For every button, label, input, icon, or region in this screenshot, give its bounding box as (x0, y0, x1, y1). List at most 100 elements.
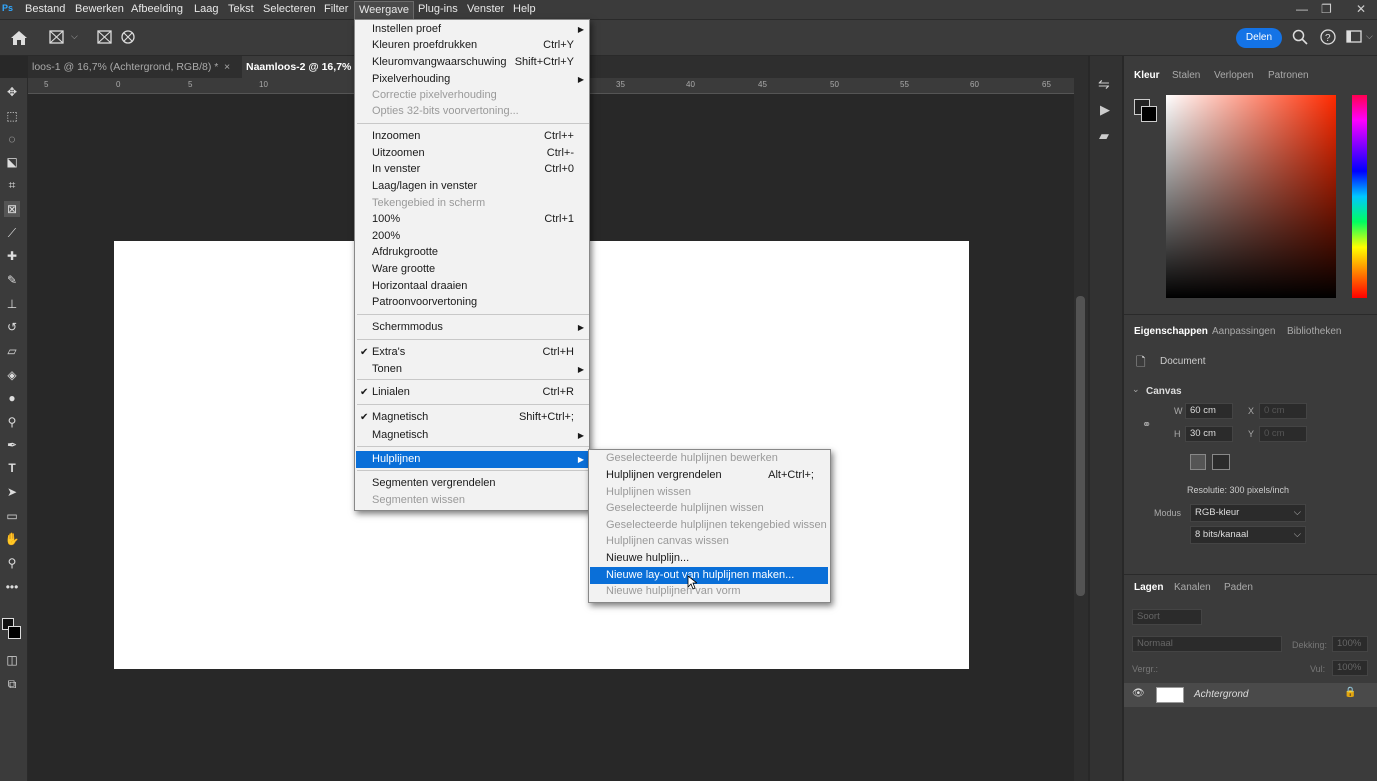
menu-plugins[interactable]: Plug-ins (418, 3, 458, 15)
menu-weergave[interactable]: Weergave (354, 1, 414, 19)
background-swatch[interactable] (1141, 106, 1157, 122)
tab-kanalen[interactable]: Kanalen (1174, 582, 1211, 593)
width-field[interactable]: 60 cm (1185, 403, 1233, 419)
tab-verlopen[interactable]: Verlopen (1214, 70, 1253, 81)
frame-tool-icon[interactable] (48, 29, 66, 45)
weergave-menu-item[interactable]: Uitzoomen Ctrl+- (356, 145, 588, 162)
tab-close-icon[interactable]: × (224, 56, 230, 78)
x-field[interactable]: 0 cm (1259, 403, 1307, 419)
chevron-down-icon[interactable]: ⌵ (1366, 31, 1373, 42)
zoom-tool-icon[interactable]: ⚲ (4, 555, 20, 571)
weergave-menu-item[interactable]: Magnetisch ▶ (356, 427, 588, 444)
tab-patronen[interactable]: Patronen (1268, 70, 1309, 81)
menu-laag[interactable]: Laag (194, 3, 218, 15)
blend-mode-select[interactable]: Normaal (1132, 636, 1282, 652)
eyedropper-tool-icon[interactable]: ⟋ (4, 225, 20, 241)
hulplijnen-menu-item[interactable]: Hulplijnen vergrendelen Alt+Ctrl+; (590, 467, 828, 484)
comments-icon[interactable]: ▰ (1099, 128, 1109, 144)
weergave-menu-item[interactable]: Patroonvoorvertoning (356, 294, 588, 311)
weergave-menu-item[interactable]: 200% (356, 228, 588, 245)
menu-afbeelding[interactable]: Afbeelding (131, 3, 183, 15)
background-color-swatch[interactable] (8, 626, 21, 639)
eraser-tool-icon[interactable]: ▱ (4, 343, 20, 359)
weergave-menu-item[interactable]: Kleuren proefdrukken Ctrl+Y (356, 37, 588, 54)
layer-filter-input[interactable]: Soort (1132, 609, 1202, 625)
path-selection-tool-icon[interactable]: ➤ (4, 484, 20, 500)
quick-mask-icon[interactable]: ◫ (4, 652, 20, 668)
weergave-menu-item[interactable]: Tonen ▶ (356, 361, 588, 378)
hulplijnen-menu-item[interactable]: Nieuwe hulplijnen van vorm (590, 583, 828, 600)
opacity-field[interactable]: 100% (1332, 636, 1368, 652)
rectangle-tool-icon[interactable]: ▭ (4, 508, 20, 524)
mode-select[interactable]: RGB-kleur ⌵ (1190, 504, 1306, 522)
blur-tool-icon[interactable]: ● (4, 390, 20, 406)
tab-stalen[interactable]: Stalen (1172, 70, 1200, 81)
restore-icon[interactable]: ❐ (1321, 2, 1332, 16)
weergave-menu-item[interactable]: Horizontaal draaien (356, 278, 588, 295)
dodge-tool-icon[interactable]: ⚲ (4, 414, 20, 430)
pen-tool-icon[interactable]: ✒ (4, 437, 20, 453)
object-selection-tool-icon[interactable]: ⬕ (4, 154, 20, 170)
menu-bestand[interactable]: Bestand (25, 3, 65, 15)
ellipse-frame-icon[interactable] (120, 29, 136, 45)
hulplijnen-menu-item[interactable]: Hulplijnen canvas wissen (590, 533, 828, 550)
marquee-tool-icon[interactable]: ⬚ (4, 108, 20, 124)
history-panel-icon[interactable]: ⇋ (1098, 76, 1110, 93)
menu-venster[interactable]: Venster (467, 3, 504, 15)
hue-slider[interactable] (1352, 95, 1367, 298)
hulplijnen-menu-item[interactable]: Geselecteerde hulplijnen bewerken (590, 450, 828, 467)
type-tool-icon[interactable]: T (4, 460, 20, 476)
search-icon[interactable] (1292, 29, 1308, 45)
weergave-menu-item[interactable]: Hulplijnen ▶ (356, 451, 588, 468)
chevron-down-icon[interactable]: ⌄ (1132, 384, 1140, 395)
visibility-eye-icon[interactable]: 👁 (1132, 688, 1145, 699)
depth-select[interactable]: 8 bits/kanaal ⌵ (1190, 526, 1306, 544)
rectangle-frame-icon[interactable] (96, 29, 114, 45)
frame-tool-icon[interactable]: ⊠ (4, 201, 20, 217)
stamp-tool-icon[interactable]: ⊥ (4, 296, 20, 312)
weergave-menu-item[interactable]: Segmenten vergrendelen (356, 475, 588, 492)
weergave-menu-item[interactable]: Schermmodus ▶ (356, 319, 588, 336)
move-tool-icon[interactable]: ✥ (4, 84, 20, 100)
weergave-menu-item[interactable]: In venster Ctrl+0 (356, 161, 588, 178)
weergave-menu-item[interactable]: ✔ Magnetisch Shift+Ctrl+; (356, 409, 588, 426)
tab-eigenschappen[interactable]: Eigenschappen (1134, 326, 1208, 337)
hulplijnen-menu-item[interactable]: Geselecteerde hulplijnen tekengebied wis… (590, 517, 828, 534)
lasso-tool-icon[interactable]: ◌ (4, 131, 20, 147)
weergave-menu-item[interactable]: Instellen proef ▶ (356, 21, 588, 38)
chevron-down-icon[interactable]: ⌵ (71, 31, 78, 42)
layer-row-achtergrond[interactable]: 👁 Achtergrond 🔒 (1124, 683, 1377, 707)
menu-filter[interactable]: Filter (324, 3, 348, 15)
portrait-orientation-icon[interactable] (1190, 454, 1206, 470)
hand-tool-icon[interactable]: ✋ (4, 531, 20, 547)
landscape-orientation-icon[interactable] (1212, 454, 1230, 470)
tab-aanpassingen[interactable]: Aanpassingen (1212, 326, 1275, 337)
height-field[interactable]: 30 cm (1185, 426, 1233, 442)
hulplijnen-menu-item[interactable]: Nieuwe hulplijn... (590, 550, 828, 567)
weergave-menu-item[interactable]: 100% Ctrl+1 (356, 211, 588, 228)
weergave-menu-item[interactable]: Segmenten wissen (356, 492, 588, 509)
minimize-icon[interactable]: — (1296, 2, 1308, 16)
weergave-menu-item[interactable]: Correctie pixelverhouding (356, 87, 588, 104)
share-button[interactable]: Delen (1236, 28, 1282, 48)
help-icon[interactable]: ? (1320, 29, 1336, 45)
menu-selecteren[interactable]: Selecteren (263, 3, 316, 15)
screen-mode-icon[interactable]: ⧉ (4, 676, 20, 692)
tab-bibliotheken[interactable]: Bibliotheken (1287, 326, 1341, 337)
healing-brush-tool-icon[interactable]: ✚ (4, 248, 20, 264)
crop-tool-icon[interactable]: ⌗ (4, 177, 20, 193)
weergave-menu-item[interactable]: Pixelverhouding ▶ (356, 71, 588, 88)
home-icon[interactable] (10, 30, 28, 46)
tab-kleur[interactable]: Kleur (1134, 70, 1160, 81)
menu-bewerken[interactable]: Bewerken (75, 3, 124, 15)
menu-tekst[interactable]: Tekst (228, 3, 254, 15)
y-field[interactable]: 0 cm (1259, 426, 1307, 442)
weergave-menu-item[interactable]: Laag/lagen in venster (356, 178, 588, 195)
close-window-icon[interactable]: ✕ (1356, 2, 1366, 16)
scrollbar-thumb[interactable] (1076, 296, 1085, 596)
hulplijnen-menu-item[interactable]: Geselecteerde hulplijnen wissen (590, 500, 828, 517)
color-picker-field[interactable] (1166, 95, 1336, 298)
history-brush-tool-icon[interactable]: ↺ (4, 319, 20, 335)
weergave-menu-item[interactable]: ✔ Linialen Ctrl+R (356, 384, 588, 401)
weergave-menu-item[interactable]: Inzoomen Ctrl++ (356, 128, 588, 145)
